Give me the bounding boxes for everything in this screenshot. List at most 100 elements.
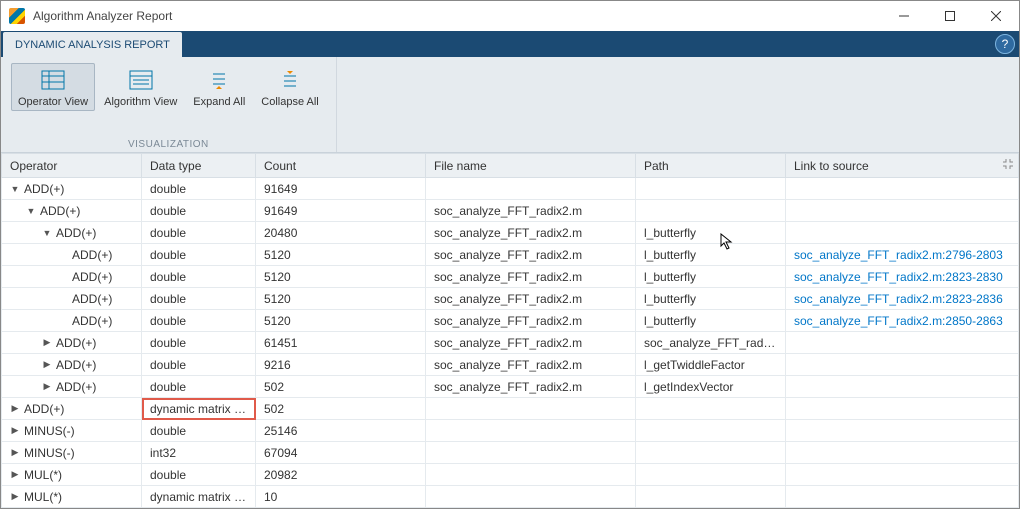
tabstrip: DYNAMIC ANALYSIS REPORT ? [1,31,1019,57]
datatype-cell: double [142,244,256,266]
source-link[interactable]: soc_analyze_FFT_radix2.m:2796-2803 [794,248,1003,262]
table-row[interactable]: ▶ADD(+)double9216soc_analyze_FFT_radix2.… [2,354,1019,376]
path-cell: l_getIndexVector [636,376,786,398]
link-cell [786,376,1019,398]
datatype-cell: double [142,266,256,288]
tree-toggle-icon[interactable]: ▶ [10,491,20,502]
collapse-all-button[interactable]: Collapse All [254,63,325,111]
path-cell: l_butterfly [636,288,786,310]
datatype-cell: dynamic matrix 1x-… [142,486,256,508]
maximize-button[interactable] [927,1,973,31]
operator-view-label: Operator View [18,96,88,108]
tree-toggle-icon[interactable]: ▶ [10,425,20,436]
table-row[interactable]: ▼ADD(+)double20480soc_analyze_FFT_radix2… [2,222,1019,244]
table-row[interactable]: ▼ADD(+)double91649 [2,178,1019,200]
operator-cell: MINUS(-) [24,424,75,438]
col-datatype[interactable]: Data type [142,154,256,178]
tab-dynamic-analysis-report[interactable]: DYNAMIC ANALYSIS REPORT [3,32,182,57]
count-cell: 9216 [256,354,426,376]
titlebar: Algorithm Analyzer Report [1,1,1019,31]
table-row[interactable]: ▶MINUS(-)int3267094 [2,442,1019,464]
datatype-cell: double [142,354,256,376]
minimize-button[interactable] [881,1,927,31]
operator-cell: MUL(*) [24,468,62,482]
count-cell: 91649 [256,200,426,222]
datatype-cell: double [142,288,256,310]
filename-cell: soc_analyze_FFT_radix2.m [426,222,636,244]
operator-view-button[interactable]: Operator View [11,63,95,111]
tree-toggle-icon[interactable]: ▼ [26,206,36,216]
filename-cell [426,178,636,200]
path-cell: l_butterfly [636,266,786,288]
path-cell [636,398,786,420]
tree-toggle-icon[interactable]: ▶ [10,447,20,458]
table-row[interactable]: ▶ADD(+)dynamic matrix 1x-…502 [2,398,1019,420]
table-row[interactable]: ADD(+)double5120soc_analyze_FFT_radix2.m… [2,266,1019,288]
col-filename[interactable]: File name [426,154,636,178]
table-row[interactable]: ▶ADD(+)double61451soc_analyze_FFT_radix2… [2,332,1019,354]
path-cell: l_butterfly [636,244,786,266]
table-row[interactable]: ▶ADD(+)double502soc_analyze_FFT_radix2.m… [2,376,1019,398]
algorithm-view-button[interactable]: Algorithm View [97,63,184,111]
count-cell: 5120 [256,244,426,266]
col-count[interactable]: Count [256,154,426,178]
tree-toggle-icon[interactable]: ▼ [42,228,52,238]
table-row[interactable]: ▶MINUS(-)double25146 [2,420,1019,442]
count-cell: 5120 [256,266,426,288]
tree-toggle-icon[interactable]: ▶ [10,403,20,414]
col-operator[interactable]: Operator [2,154,142,178]
table-row[interactable]: ADD(+)double5120soc_analyze_FFT_radix2.m… [2,244,1019,266]
tree-toggle-icon[interactable]: ▶ [42,381,52,392]
operator-cell: ADD(+) [24,182,64,196]
link-cell [786,486,1019,508]
operator-cell: MINUS(-) [24,446,75,460]
count-cell: 5120 [256,288,426,310]
path-cell [636,200,786,222]
path-cell: l_butterfly [636,310,786,332]
source-link[interactable]: soc_analyze_FFT_radix2.m:2850-2863 [794,314,1003,328]
filename-cell: soc_analyze_FFT_radix2.m [426,288,636,310]
datatype-cell: double [142,420,256,442]
count-cell: 67094 [256,442,426,464]
filename-cell: soc_analyze_FFT_radix2.m [426,332,636,354]
table-row[interactable]: ▼ ADD(+) double91649soc_analyze_FFT_radix2… [2,200,1019,222]
datatype-cell: double [142,464,256,486]
expand-corner-icon[interactable] [1002,158,1014,173]
expand-all-icon [207,68,231,92]
window-title: Algorithm Analyzer Report [33,9,172,23]
path-cell: soc_analyze_FFT_radix2 [636,332,786,354]
link-cell [786,178,1019,200]
path-cell [636,420,786,442]
filename-cell: soc_analyze_FFT_radix2.m [426,200,636,222]
operator-cell: ADD(+) [40,204,80,218]
link-cell [786,354,1019,376]
link-cell [786,222,1019,244]
filename-cell: soc_analyze_FFT_radix2.m [426,354,636,376]
help-button[interactable]: ? [995,34,1015,54]
datatype-cell: double [142,200,256,222]
ribbon-group-visualization: Operator View Algorithm View Expand All … [1,57,337,152]
expand-all-button[interactable]: Expand All [186,63,252,111]
count-cell: 10 [256,486,426,508]
table-row[interactable]: ▶ MUL(*) dynamic matrix 1x-…10 [2,486,1019,508]
operator-cell: MUL(*) [24,490,62,504]
col-link[interactable]: Link to source [786,154,1019,178]
algorithm-view-label: Algorithm View [104,96,177,108]
tree-toggle-icon[interactable]: ▼ [10,184,20,194]
tree-toggle-icon[interactable]: ▶ [42,337,52,348]
table-row[interactable]: ▶MUL(*)double20982 [2,464,1019,486]
table-row[interactable]: ADD(+)double5120soc_analyze_FFT_radix2.m… [2,310,1019,332]
col-path[interactable]: Path [636,154,786,178]
source-link[interactable]: soc_analyze_FFT_radix2.m:2823-2830 [794,270,1003,284]
link-cell [786,464,1019,486]
tree-toggle-icon[interactable]: ▶ [42,359,52,370]
operator-cell: ADD(+) [72,314,112,328]
close-button[interactable] [973,1,1019,31]
link-cell: soc_analyze_FFT_radix2.m:2850-2863 [786,310,1019,332]
filename-cell [426,442,636,464]
datatype-cell: double [142,332,256,354]
table-row[interactable]: ADD(+)double5120soc_analyze_FFT_radix2.m… [2,288,1019,310]
tree-toggle-icon[interactable]: ▶ [10,469,20,480]
source-link[interactable]: soc_analyze_FFT_radix2.m:2823-2836 [794,292,1003,306]
filename-cell: soc_analyze_FFT_radix2.m [426,376,636,398]
